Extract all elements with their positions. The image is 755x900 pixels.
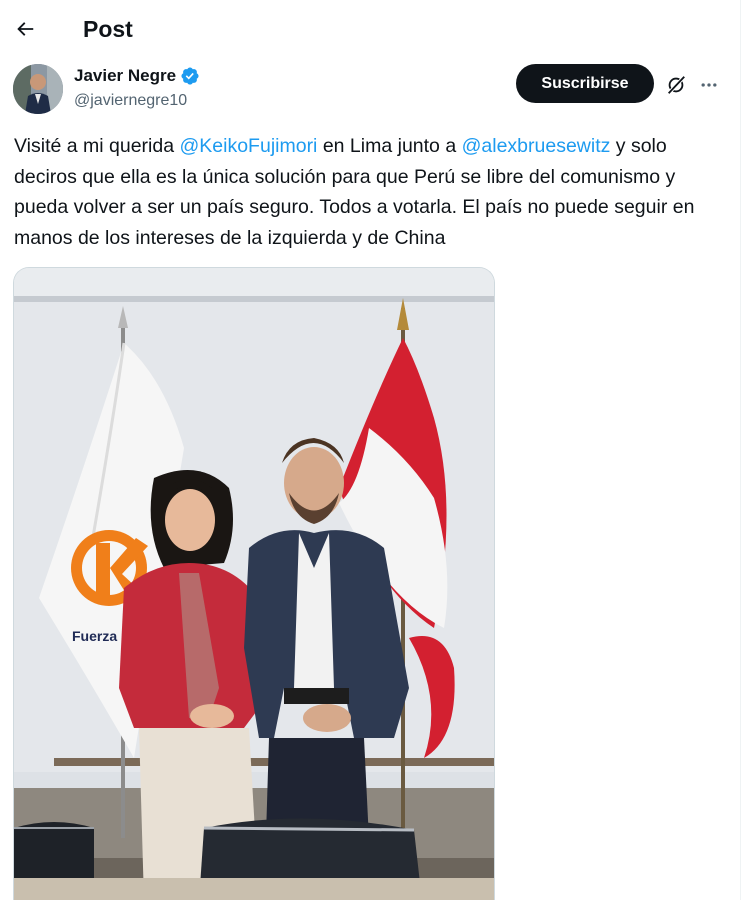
mention-link[interactable]: @KeikoFujimori <box>179 135 317 157</box>
timeline-border <box>740 0 755 900</box>
display-name[interactable]: Javier Negre <box>74 65 176 87</box>
avatar[interactable] <box>13 64 63 114</box>
tweet-text: Visité a mi querida @KeikoFujimori en Li… <box>14 131 714 253</box>
post-header: Post <box>0 0 740 58</box>
more-button[interactable] <box>696 72 722 98</box>
verified-badge-icon <box>181 67 199 85</box>
more-horizontal-icon <box>701 83 717 87</box>
photo-content: Fuerza <box>14 268 494 900</box>
tweet-author: Javier Negre @javiernegre10 Suscribirse <box>13 63 740 115</box>
subscribe-button[interactable]: Suscribirse <box>516 64 654 103</box>
grok-icon <box>667 75 686 95</box>
mention-link[interactable]: @alexbruesewitz <box>462 135 611 157</box>
page-title: Post <box>83 16 133 42</box>
tweet-photo[interactable]: Fuerza <box>13 267 495 900</box>
grok-button[interactable] <box>663 72 689 98</box>
tweet-text-part: en Lima junto a <box>317 135 462 157</box>
flag-logo-text: Fuerza <box>72 628 117 644</box>
user-handle[interactable]: @javiernegre10 <box>74 91 187 111</box>
tweet-text-part: Visité a mi querida <box>14 135 180 157</box>
arrow-left-icon <box>17 22 34 36</box>
name-row: Javier Negre <box>74 65 200 87</box>
back-button[interactable] <box>8 12 42 46</box>
